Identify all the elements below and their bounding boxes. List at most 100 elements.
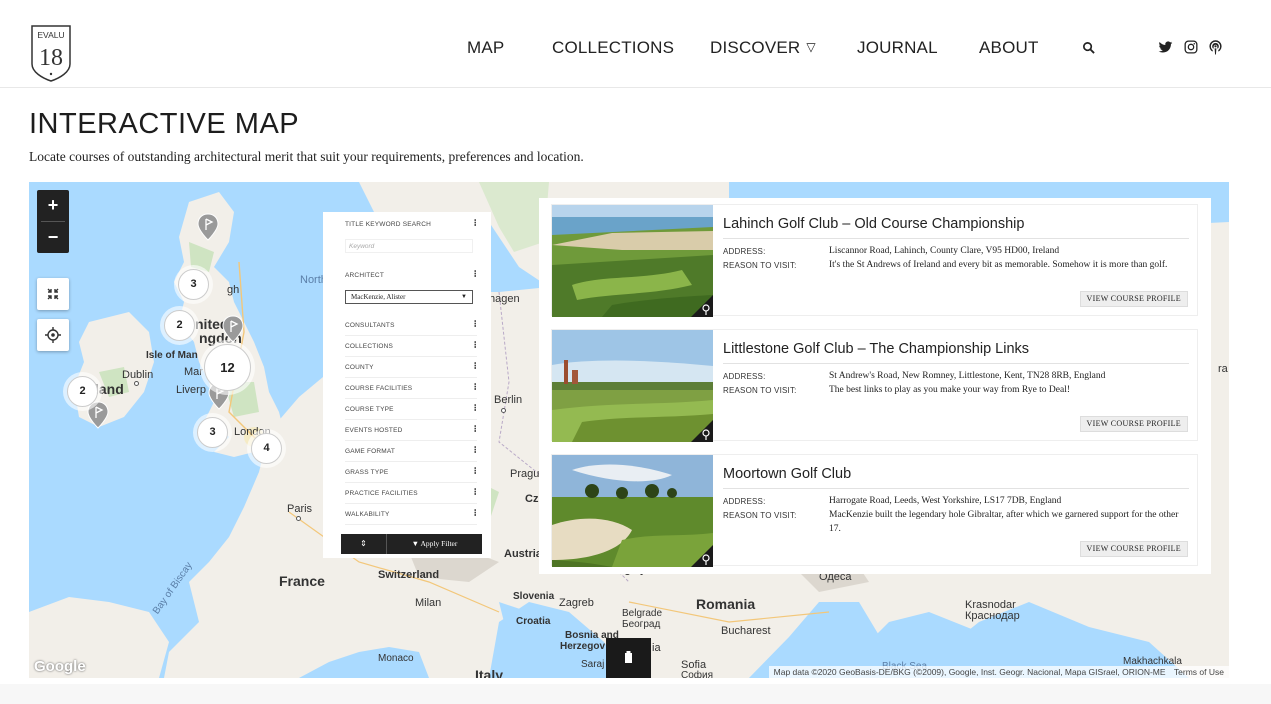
filter-label: CONSULTANTS <box>345 322 395 329</box>
nav-journal[interactable]: JOURNAL <box>857 38 938 58</box>
filter-course-facilities[interactable]: COURSE FACILITIES ⁝ <box>345 378 477 399</box>
location-pin-icon <box>691 545 713 567</box>
map-cluster[interactable]: 12 <box>204 344 251 391</box>
course-image[interactable] <box>552 455 713 567</box>
site-logo[interactable]: EVALU 18 <box>30 24 72 82</box>
map-label-slovenia: Slovenia <box>513 591 555 602</box>
reset-filter-button[interactable]: ⇕ <box>341 534 387 554</box>
course-title[interactable]: Littlestone Golf Club – The Championship… <box>723 341 1029 357</box>
results-toggle-button[interactable] <box>606 638 651 678</box>
course-image[interactable] <box>552 330 713 442</box>
footer-band <box>0 684 1271 704</box>
more-vertical-icon: ⁝ <box>473 466 477 477</box>
filter-label: EVENTS HOSTED <box>345 427 403 434</box>
logo-text-top: EVALU <box>37 30 64 40</box>
view-course-profile-button[interactable]: VIEW COURSE PROFILE <box>1079 541 1188 557</box>
more-vertical-icon: ⁝ <box>473 340 477 351</box>
location-pin-icon <box>691 295 713 317</box>
keyword-input[interactable]: Keyword <box>345 239 473 253</box>
reason-value: It's the St Andrews of Ireland and every… <box>829 260 1168 270</box>
nav-about[interactable]: ABOUT <box>979 38 1039 58</box>
view-course-profile-button[interactable]: VIEW COURSE PROFILE <box>1079 291 1188 307</box>
map-label-zagreb: Zagreb <box>559 597 594 609</box>
podcast-icon[interactable] <box>1208 39 1223 56</box>
reason-label: REASON TO VISIT: <box>723 511 797 520</box>
site-header: EVALU 18 MAP COLLECTIONS DISCOVER ▽ JOURN… <box>0 0 1271 88</box>
filter-label: ARCHITECT <box>345 272 384 279</box>
map-label-croatia: Croatia <box>516 616 551 627</box>
map-label-france: France <box>279 573 325 589</box>
filter-course-type[interactable]: COURSE TYPE ⁝ <box>345 399 477 420</box>
map-cluster[interactable]: 3 <box>197 417 228 448</box>
filter-practice-facilities[interactable]: PRACTICE FACILITIES ⁝ <box>345 483 477 504</box>
more-vertical-icon: ⁝ <box>473 508 477 519</box>
map-cluster[interactable]: 2 <box>67 376 98 407</box>
apply-filter-button[interactable]: ▼ Apply Filter <box>387 534 482 554</box>
zoom-in-button[interactable]: + <box>37 190 69 221</box>
zoom-out-button[interactable]: − <box>37 222 69 253</box>
map-cluster[interactable]: 4 <box>251 433 282 464</box>
twitter-icon[interactable] <box>1158 40 1173 55</box>
clipboard-icon <box>625 651 632 663</box>
chevron-down-icon: ▽ <box>806 40 816 54</box>
map-label-berlin: Berlin <box>494 394 523 406</box>
search-icon[interactable] <box>1082 41 1095 54</box>
city-dot-paris <box>296 516 301 521</box>
filter-game-format[interactable]: GAME FORMAT ⁝ <box>345 441 477 462</box>
nav-discover[interactable]: DISCOVER ▽ <box>710 38 816 58</box>
map-label-monaco: Monaco <box>378 653 414 664</box>
map-label-austria: Austria <box>504 548 542 560</box>
filter-title-keyword[interactable]: TITLE KEYWORD SEARCH ⁝ <box>345 214 477 235</box>
course-image[interactable] <box>552 205 713 317</box>
filter-events-hosted[interactable]: EVENTS HOSTED ⁝ <box>345 420 477 441</box>
more-vertical-icon: ⁝ <box>473 269 477 280</box>
filter-architect[interactable]: ARCHITECT ⁝ <box>345 265 477 286</box>
filter-actions: ⇕ ▼ Apply Filter <box>341 534 482 554</box>
more-vertical-icon: ⁝ <box>473 218 477 229</box>
map-marker-pin-icon[interactable] <box>222 315 244 343</box>
map-cluster[interactable]: 2 <box>164 310 195 341</box>
fullscreen-button[interactable] <box>37 278 69 310</box>
map-label-cz: Cz <box>525 493 539 505</box>
filter-label: WALKABILITY <box>345 511 390 518</box>
instagram-icon[interactable] <box>1184 40 1198 54</box>
filter-grass-type[interactable]: GRASS TYPE ⁝ <box>345 462 477 483</box>
more-vertical-icon: ⁝ <box>473 361 477 372</box>
map-label-isle-of-man: Isle of Man <box>146 350 198 361</box>
map-marker-pin-icon[interactable] <box>87 401 109 429</box>
map-label-prague: Pragu <box>510 468 540 480</box>
interactive-map[interactable]: North hagen E gh nited ngdon Isle of Man… <box>29 182 1229 678</box>
reason-label: REASON TO VISIT: <box>723 386 797 395</box>
reason-label: REASON TO VISIT: <box>723 261 797 270</box>
course-title[interactable]: Moortown Golf Club <box>723 466 851 482</box>
results-panel: Lahinch Golf Club – Old Course Champions… <box>539 198 1211 574</box>
filter-label: PRACTICE FACILITIES <box>345 490 418 497</box>
filter-collections[interactable]: COLLECTIONS ⁝ <box>345 336 477 357</box>
page-title: INTERACTIVE MAP <box>29 108 300 140</box>
address-value: Liscannor Road, Lahinch, County Clare, V… <box>829 246 1060 256</box>
zoom-controls: + − <box>37 190 69 253</box>
map-label-liverpool: Liverp <box>176 384 206 396</box>
course-title[interactable]: Lahinch Golf Club – Old Course Champions… <box>723 216 1024 232</box>
map-label-romania: Romania <box>696 596 756 612</box>
map-marker-pin-icon[interactable] <box>197 213 219 241</box>
divider <box>723 363 1189 364</box>
nav-collections[interactable]: COLLECTIONS <box>552 38 674 58</box>
terms-of-use-link[interactable]: Terms of Use <box>1174 667 1224 677</box>
page-subtitle: Locate courses of outstanding architectu… <box>29 149 584 164</box>
map-label-paris: Paris <box>287 503 313 515</box>
nav-discover-label: DISCOVER <box>710 38 801 57</box>
filter-consultants[interactable]: CONSULTANTS ⁝ <box>345 315 477 336</box>
address-value: St Andrew's Road, New Romney, Littleston… <box>829 371 1106 381</box>
filter-county[interactable]: COUNTY ⁝ <box>345 357 477 378</box>
map-label-milan: Milan <box>415 597 442 609</box>
nav-map[interactable]: MAP <box>467 38 504 58</box>
map-label-sarajevo: Saraj <box>581 659 605 670</box>
filter-walkability[interactable]: WALKABILITY ⁝ <box>345 504 477 525</box>
map-cluster[interactable]: 3 <box>178 269 209 300</box>
view-course-profile-button[interactable]: VIEW COURSE PROFILE <box>1079 416 1188 432</box>
map-label-sofia-cyr: София <box>681 670 714 678</box>
map-label-krasnodar-cyr: Краснодар <box>965 610 1020 622</box>
locate-me-button[interactable] <box>37 319 69 351</box>
architect-select[interactable]: MacKenzie, Alister ▼ <box>345 290 473 304</box>
